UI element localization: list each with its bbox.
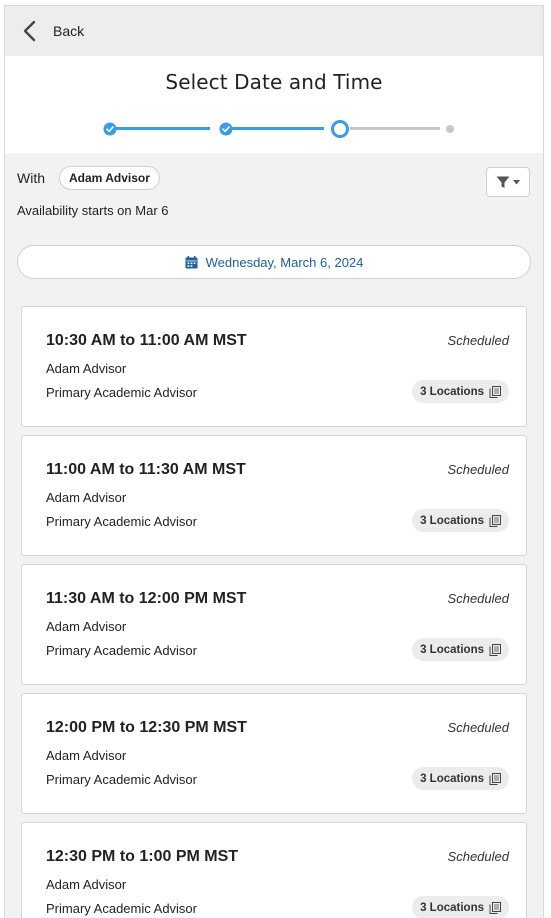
step-complete-icon: [103, 122, 117, 136]
slot-advisor-name: Adam Advisor: [46, 748, 127, 763]
copy-icon: [489, 514, 501, 527]
locations-chip[interactable]: 3 Locations: [412, 767, 509, 790]
calendar-icon: [185, 255, 198, 268]
availability-text: Availability starts on Mar 6: [17, 203, 169, 218]
time-slot-card[interactable]: 11:00 AM to 11:30 AM MST Scheduled Adam …: [21, 435, 527, 556]
app-frame: Back Select Date and Time With Adam Advi…: [4, 5, 544, 918]
locations-chip[interactable]: 3 Locations: [412, 509, 509, 532]
step-complete-icon: [219, 122, 233, 136]
locations-label: 3 Locations: [420, 772, 484, 785]
advisor-filter-row: With Adam Advisor: [17, 165, 531, 197]
copy-icon: [489, 643, 501, 656]
slot-time: 10:30 AM to 11:00 AM MST: [46, 332, 247, 349]
slot-advisor-name: Adam Advisor: [46, 877, 127, 892]
stepper-line-3: [350, 127, 440, 130]
main-content: With Adam Advisor Availability starts on…: [5, 165, 543, 918]
back-label: Back: [53, 23, 85, 39]
locations-label: 3 Locations: [420, 901, 484, 914]
slot-advisor-role: Primary Academic Advisor: [46, 385, 197, 400]
copy-icon: [489, 901, 501, 914]
advisor-chip[interactable]: Adam Advisor: [59, 166, 160, 190]
locations-chip[interactable]: 3 Locations: [412, 380, 509, 403]
slot-status: Scheduled: [447, 849, 509, 864]
slot-advisor-name: Adam Advisor: [46, 619, 127, 634]
slot-time: 12:30 PM to 1:00 PM MST: [46, 848, 239, 865]
locations-label: 3 Locations: [420, 643, 484, 656]
step-upcoming-icon: [446, 125, 454, 133]
locations-chip[interactable]: 3 Locations: [412, 638, 509, 661]
filter-button[interactable]: [486, 167, 530, 197]
filter-icon: [496, 176, 510, 188]
date-selector-label: Wednesday, March 6, 2024: [205, 254, 364, 270]
slot-time: 12:00 PM to 12:30 PM MST: [46, 719, 247, 736]
time-slot-card[interactable]: 10:30 AM to 11:00 AM MST Scheduled Adam …: [21, 306, 527, 427]
locations-label: 3 Locations: [420, 514, 484, 527]
progress-stepper: [98, 120, 458, 138]
page-title: Select Date and Time: [165, 70, 383, 94]
stepper-line-2: [232, 127, 324, 130]
copy-icon: [489, 385, 501, 398]
slot-advisor-name: Adam Advisor: [46, 361, 127, 376]
top-bar: Back: [5, 6, 543, 56]
slot-advisor-role: Primary Academic Advisor: [46, 643, 197, 658]
locations-label: 3 Locations: [420, 385, 484, 398]
slot-advisor-role: Primary Academic Advisor: [46, 514, 197, 529]
back-button[interactable]: Back: [21, 20, 84, 42]
time-slot-card[interactable]: 12:30 PM to 1:00 PM MST Scheduled Adam A…: [21, 822, 527, 918]
time-slot-card[interactable]: 12:00 PM to 12:30 PM MST Scheduled Adam …: [21, 693, 527, 814]
slot-status: Scheduled: [447, 720, 509, 735]
slot-advisor-role: Primary Academic Advisor: [46, 772, 197, 787]
date-selector-button[interactable]: Wednesday, March 6, 2024: [17, 245, 531, 279]
with-label: With: [17, 170, 45, 186]
locations-chip[interactable]: 3 Locations: [412, 896, 509, 918]
copy-icon: [489, 772, 501, 785]
chevron-left-icon: [23, 20, 36, 42]
caret-down-icon: [513, 179, 520, 184]
slot-advisor-name: Adam Advisor: [46, 490, 127, 505]
stepper-line-1: [114, 127, 210, 130]
slot-time: 11:00 AM to 11:30 AM MST: [46, 461, 246, 478]
slot-status: Scheduled: [447, 591, 509, 606]
step-current-icon: [331, 120, 349, 138]
slot-time: 11:30 AM to 12:00 PM MST: [46, 590, 247, 607]
slot-status: Scheduled: [447, 462, 509, 477]
slot-status: Scheduled: [447, 333, 509, 348]
slot-advisor-role: Primary Academic Advisor: [46, 901, 197, 916]
time-slot-card[interactable]: 11:30 AM to 12:00 PM MST Scheduled Adam …: [21, 564, 527, 685]
time-slot-list: 10:30 AM to 11:00 AM MST Scheduled Adam …: [17, 306, 531, 918]
page-header: Select Date and Time: [5, 56, 543, 153]
